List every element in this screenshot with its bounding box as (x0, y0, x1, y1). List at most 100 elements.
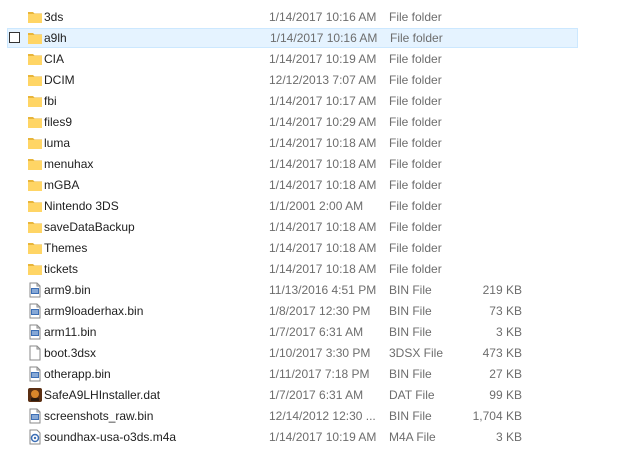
file-row[interactable]: menuhax 1/14/2017 10:18 AM File folder (0, 154, 578, 174)
file-row[interactable]: 3ds 1/14/2017 10:16 AM File folder (0, 7, 578, 27)
bin-file-icon (27, 408, 43, 424)
file-type: M4A File (389, 430, 436, 444)
file-date-modified: 12/14/2012 12:30 ... (269, 409, 376, 423)
file-type: File folder (389, 73, 442, 87)
file-date-modified: 1/14/2017 10:29 AM (269, 115, 377, 129)
file-type: File folder (389, 52, 442, 66)
select-checkbox[interactable] (9, 32, 20, 43)
file-date-modified: 1/14/2017 10:17 AM (269, 94, 377, 108)
file-name: menuhax (44, 157, 94, 171)
folder-icon (27, 72, 43, 88)
folder-icon (27, 93, 43, 109)
file-date-modified: 1/14/2017 10:16 AM (270, 31, 378, 45)
file-row[interactable]: fbi 1/14/2017 10:17 AM File folder (0, 91, 578, 111)
file-type: File folder (389, 178, 442, 192)
file-size: 73 KB (489, 304, 522, 318)
file-row[interactable]: CIA 1/14/2017 10:19 AM File folder (0, 49, 578, 69)
file-name: SafeA9LHInstaller.dat (44, 388, 161, 402)
file-size: 1,704 KB (472, 409, 522, 423)
file-name: luma (44, 136, 71, 150)
file-row[interactable]: luma 1/14/2017 10:18 AM File folder (0, 133, 578, 153)
file-row[interactable]: saveDataBackup 1/14/2017 10:18 AM File fol… (0, 217, 578, 237)
file-type: BIN File (389, 367, 432, 381)
file-date-modified: 12/12/2013 7:07 AM (269, 73, 377, 87)
file-list: 3ds 1/14/2017 10:16 AM File folder a9lh 1/14… (0, 0, 630, 459)
folder-icon (27, 177, 43, 193)
file-type: BIN File (389, 325, 432, 339)
bin-file-icon (27, 303, 43, 319)
folder-icon (27, 9, 43, 25)
file-date-modified: 1/10/2017 3:30 PM (269, 346, 371, 360)
file-name: CIA (44, 52, 65, 66)
file-date-modified: 1/14/2017 10:18 AM (269, 136, 377, 150)
file-row[interactable]: boot.3dsx 1/10/2017 3:30 PM 3DSX File 473 K… (0, 343, 578, 363)
file-type: File folder (389, 241, 442, 255)
file-row[interactable]: SafeA9LHInstaller.dat 1/7/2017 6:31 AM DAT… (0, 385, 578, 405)
file-name: 3ds (44, 10, 64, 24)
file-type: BIN File (389, 409, 432, 423)
file-date-modified: 11/13/2016 4:51 PM (269, 283, 377, 297)
file-type: File folder (390, 31, 443, 45)
file-date-modified: 1/1/2001 2:00 AM (269, 199, 364, 213)
file-type: File folder (389, 157, 442, 171)
file-name: a9lh (44, 31, 67, 45)
file-row[interactable]: arm9loaderhax.bin 1/8/2017 12:30 PM BIN Fi… (0, 301, 578, 321)
file-row[interactable]: a9lh 1/14/2017 10:16 AM File folder (7, 28, 578, 48)
file-name: screenshots_raw.bin (44, 409, 154, 423)
file-type: File folder (389, 136, 442, 150)
folder-icon (27, 30, 43, 46)
folder-icon (27, 219, 43, 235)
file-type: File folder (389, 220, 442, 234)
file-date-modified: 1/14/2017 10:18 AM (269, 178, 377, 192)
file-size: 27 KB (489, 367, 522, 381)
file-row[interactable]: DCIM 12/12/2013 7:07 AM File folder (0, 70, 578, 90)
file-name: otherapp.bin (44, 367, 111, 381)
file-size: 3 KB (495, 430, 522, 444)
file-name: boot.3dsx (44, 346, 97, 360)
file-name: mGBA (44, 178, 80, 192)
file-date-modified: 1/14/2017 10:18 AM (269, 220, 377, 234)
file-type: BIN File (389, 283, 432, 297)
file-type: File folder (389, 10, 442, 24)
file-date-modified: 1/14/2017 10:19 AM (269, 430, 377, 444)
bin-file-icon (27, 324, 43, 340)
file-type: 3DSX File (389, 346, 444, 360)
blank-file-icon (27, 345, 43, 361)
file-name: arm11.bin (44, 325, 97, 339)
audio-file-icon (27, 429, 43, 445)
file-row[interactable]: arm11.bin 1/7/2017 6:31 AM BIN File 3 KB (0, 322, 578, 342)
file-type: File folder (389, 262, 442, 276)
file-type: File folder (389, 115, 442, 129)
file-row[interactable]: otherapp.bin 1/11/2017 7:18 PM BIN File 27 … (0, 364, 578, 384)
file-name: soundhax-usa-o3ds.m4a (44, 430, 177, 444)
file-name: arm9loaderhax.bin (44, 304, 144, 318)
folder-icon (27, 51, 43, 67)
bin-file-icon (27, 366, 43, 382)
file-row[interactable]: arm9.bin 11/13/2016 4:51 PM BIN File 219 KB (0, 280, 578, 300)
file-row[interactable]: Nintendo 3DS 1/1/2001 2:00 AM File folder (0, 196, 578, 216)
file-name: DCIM (44, 73, 75, 87)
file-type: BIN File (389, 304, 432, 318)
file-row[interactable]: mGBA 1/14/2017 10:18 AM File folder (0, 175, 578, 195)
file-date-modified: 1/14/2017 10:19 AM (269, 52, 377, 66)
folder-icon (27, 135, 43, 151)
file-row[interactable]: soundhax-usa-o3ds.m4a 1/14/2017 10:19 AM M… (0, 427, 578, 447)
bin-file-icon (27, 282, 43, 298)
file-row[interactable]: Themes 1/14/2017 10:18 AM File folder (0, 238, 578, 258)
file-row[interactable]: screenshots_raw.bin 12/14/2012 12:30 ... B… (0, 406, 578, 426)
file-date-modified: 1/14/2017 10:18 AM (269, 157, 377, 171)
file-name: Themes (44, 241, 88, 255)
file-date-modified: 1/7/2017 6:31 AM (269, 388, 364, 402)
file-size: 473 KB (482, 346, 522, 360)
file-type: File folder (389, 94, 442, 108)
file-row[interactable]: tickets 1/14/2017 10:18 AM File folder (0, 259, 578, 279)
folder-icon (27, 156, 43, 172)
game-thumbnail-icon (27, 387, 43, 403)
file-type: DAT File (389, 388, 435, 402)
folder-icon (27, 261, 43, 277)
file-date-modified: 1/14/2017 10:16 AM (269, 10, 377, 24)
file-name: saveDataBackup (44, 220, 135, 234)
file-size: 3 KB (495, 325, 522, 339)
file-row[interactable]: files9 1/14/2017 10:29 AM File folder (0, 112, 578, 132)
file-date-modified: 1/14/2017 10:18 AM (269, 262, 377, 276)
